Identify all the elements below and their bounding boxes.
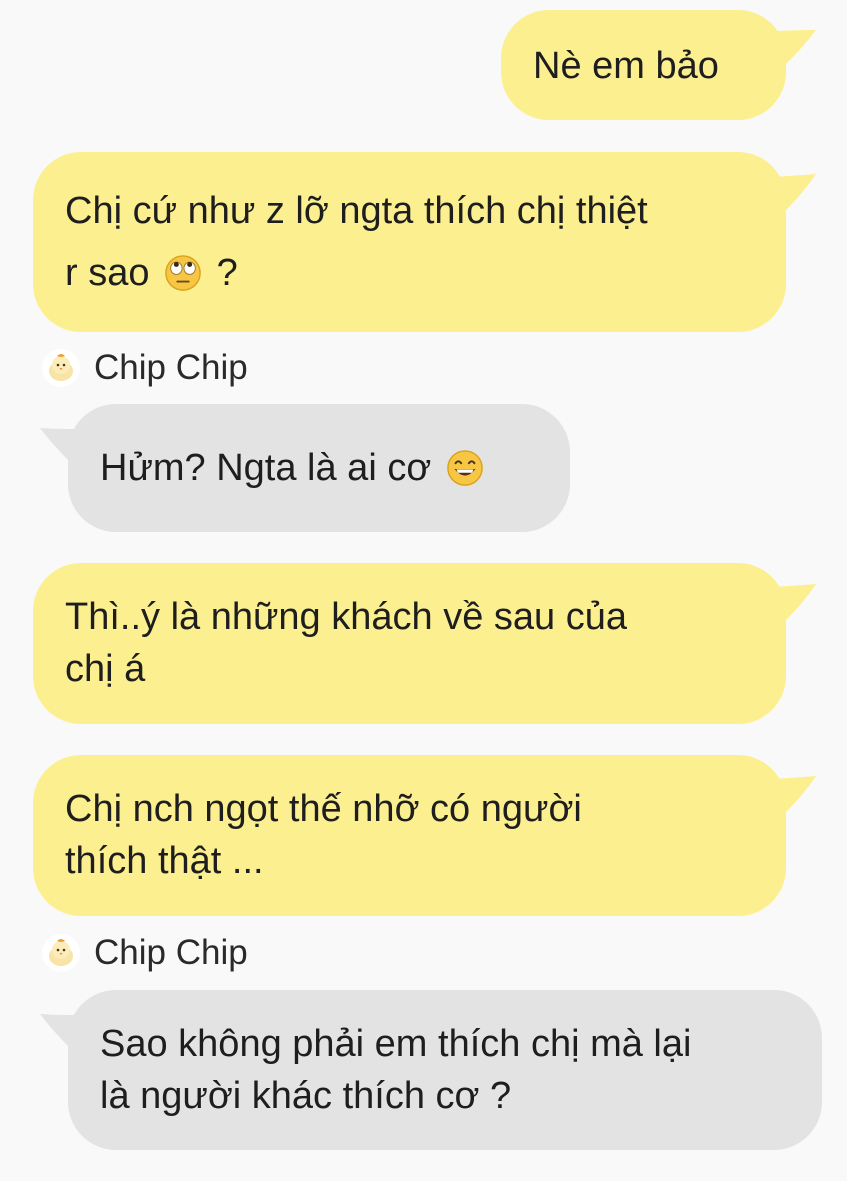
message-text: Sao không phải em thích chị mà lại là ng…: [100, 1023, 692, 1117]
my-message-bubble[interactable]: Thì..ý là những khách về sau của chị á: [33, 563, 786, 724]
message-text: Chị cứ như z lỡ ngta thích chị thiệt: [65, 190, 648, 232]
message-text: Nè em bảo: [533, 45, 719, 87]
grinning-face-icon: [447, 450, 483, 486]
sender-name: Chip Chip: [94, 348, 248, 387]
my-message-bubble[interactable]: Chị cứ như z lỡ ngta thích chị thiệt r s…: [33, 152, 786, 332]
their-message-bubble[interactable]: Sao không phải em thích chị mà lại là ng…: [68, 990, 822, 1150]
sender-row: Chip Chip: [42, 932, 248, 974]
my-message-bubble[interactable]: Chị nch ngọt thế nhỡ có người thích thật…: [33, 755, 786, 916]
my-message-bubble[interactable]: Nè em bảo: [501, 10, 786, 120]
chat-view: Nè em bảo Chị cứ như z lỡ ngta thích chị…: [0, 0, 847, 1181]
message-text: ?: [216, 252, 238, 294]
sender-row: Chip Chip: [42, 347, 248, 389]
message-text: Chị nch ngọt thế nhỡ có người thích thật…: [65, 788, 582, 882]
chick-avatar-icon[interactable]: [42, 349, 80, 387]
message-text: Hửm? Ngta là ai cơ: [100, 447, 432, 489]
face-with-rolling-eyes-icon: [165, 255, 201, 291]
message-text-line: r sao ?: [65, 242, 786, 304]
chick-avatar-icon[interactable]: [42, 934, 80, 972]
message-text: Thì..ý là những khách về sau của chị á: [65, 596, 627, 690]
their-message-bubble[interactable]: Hửm? Ngta là ai cơ: [68, 404, 570, 532]
sender-name: Chip Chip: [94, 933, 248, 972]
message-text: r sao: [65, 252, 150, 294]
